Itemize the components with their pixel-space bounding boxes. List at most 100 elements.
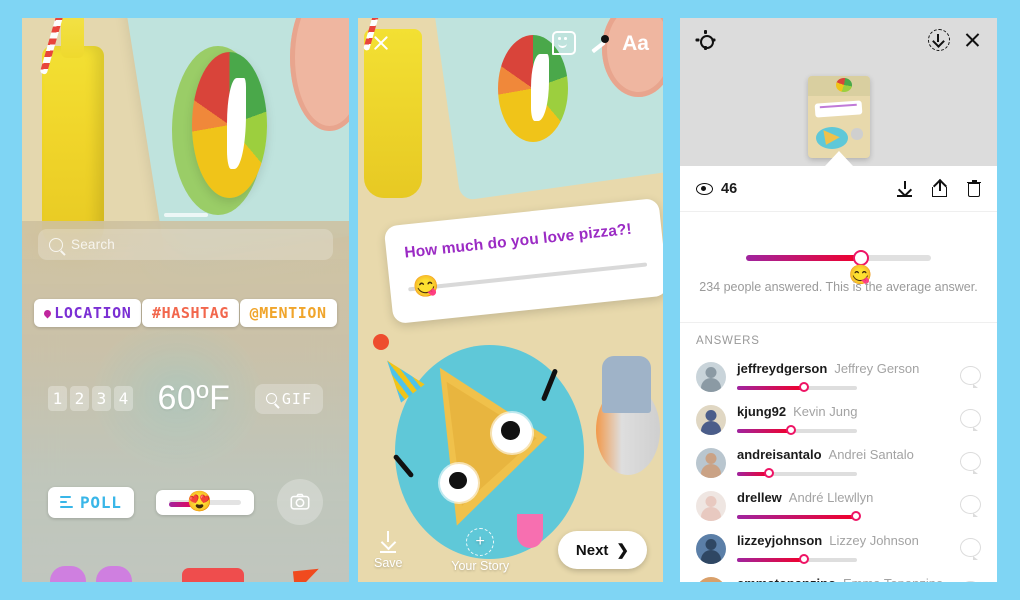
slider-fill bbox=[737, 515, 856, 519]
time-sticker[interactable]: 1 2 3 4 bbox=[48, 386, 133, 412]
sticker-chip-hashtag[interactable]: #HASHTAG bbox=[141, 299, 239, 328]
answer-row[interactable]: kjung92 Kevin Jung bbox=[680, 397, 997, 440]
your-story-button[interactable]: + Your Story bbox=[451, 527, 509, 573]
story-editor-screen: Aa How much do you love pizza?! 😋 Save +… bbox=[358, 18, 663, 582]
location-pin-icon bbox=[42, 308, 53, 319]
trash-icon[interactable] bbox=[967, 180, 981, 197]
avatar[interactable] bbox=[696, 491, 726, 521]
comment-bubble-icon[interactable] bbox=[960, 452, 981, 474]
temperature-sticker[interactable]: 60ºF bbox=[157, 379, 230, 418]
peek-sticker bbox=[292, 568, 322, 582]
thumb-poll-text bbox=[819, 103, 858, 109]
comment-bubble-icon[interactable] bbox=[960, 495, 981, 517]
avatar[interactable] bbox=[696, 362, 726, 392]
poll-slider[interactable]: 😋 bbox=[407, 253, 648, 300]
slider-fill bbox=[746, 255, 861, 261]
gif-sticker-label: GIF bbox=[281, 389, 312, 408]
download-circle-icon[interactable] bbox=[928, 29, 950, 51]
answer-names: kjung92 Kevin Jung bbox=[737, 404, 949, 419]
sticker-chip-location[interactable]: LOCATION bbox=[34, 299, 142, 328]
time-digit: 2 bbox=[70, 386, 89, 412]
answer-body: kjung92 Kevin Jung bbox=[737, 404, 949, 436]
comment-bubble-icon[interactable] bbox=[960, 409, 981, 431]
comment-bubble-icon[interactable] bbox=[960, 538, 981, 560]
download-icon[interactable] bbox=[897, 180, 913, 197]
answer-slider bbox=[737, 510, 861, 522]
gif-sticker[interactable]: GIF bbox=[254, 383, 323, 414]
emoji-slider-sticker[interactable]: 😍 bbox=[156, 489, 255, 515]
close-icon[interactable] bbox=[964, 32, 981, 49]
draw-pen-icon[interactable] bbox=[589, 33, 610, 53]
answer-body: drellew André Llewllyn bbox=[737, 490, 949, 522]
sticker-chip-mention[interactable]: @MENTION bbox=[239, 299, 337, 328]
photo-beach-ball bbox=[192, 51, 268, 199]
answer-fullname: Jeffrey Gerson bbox=[834, 361, 920, 376]
answer-names: jeffreydgerson Jeffrey Gerson bbox=[737, 361, 949, 376]
close-icon[interactable] bbox=[372, 34, 390, 52]
slider-knob bbox=[786, 424, 796, 435]
answer-username: jeffreydgerson bbox=[737, 361, 828, 376]
avatar[interactable] bbox=[696, 405, 726, 435]
sticker-icon[interactable] bbox=[552, 31, 577, 55]
share-icon[interactable] bbox=[932, 178, 948, 197]
emoji-slider-thumb[interactable]: 😋 bbox=[412, 274, 440, 300]
slider-fill bbox=[737, 429, 791, 433]
sticker-tray-screen: Search LOCATION #HASHTAG @MENTION 1 2 3 … bbox=[22, 18, 349, 582]
insights-top-actions bbox=[928, 29, 981, 51]
poll-sticker[interactable]: POLL bbox=[48, 486, 134, 518]
poll-question: How much do you love pizza?! bbox=[403, 220, 633, 262]
answer-row[interactable]: lizzeyjohnson Lizzey Johnson bbox=[680, 526, 997, 569]
next-button[interactable]: Next ❯ bbox=[557, 531, 647, 569]
heart-eyes-emoji-icon: 😍 bbox=[187, 490, 213, 513]
editor-tools: Aa bbox=[552, 31, 649, 55]
time-digit: 4 bbox=[114, 386, 133, 412]
average-answer-block: 😋 234 people answered. This is the avera… bbox=[680, 212, 997, 323]
doodle-viking-helmet bbox=[602, 356, 651, 413]
screenshot-stage: Search LOCATION #HASHTAG @MENTION 1 2 3 … bbox=[0, 0, 1020, 600]
slider-knob bbox=[799, 381, 810, 392]
editor-top-bar: Aa bbox=[358, 18, 663, 68]
answer-row[interactable]: emmatopanzino Emma Topanzino bbox=[680, 569, 997, 582]
camera-sticker[interactable] bbox=[276, 479, 323, 526]
next-label: Next bbox=[575, 541, 609, 559]
answers-list[interactable]: jeffreydgerson Jeffrey Gerson kjung92 Kevin… bbox=[680, 354, 997, 582]
answer-body: lizzeyjohnson Lizzey Johnson bbox=[737, 533, 949, 565]
peek-sticker bbox=[182, 568, 244, 582]
avatar[interactable] bbox=[696, 534, 726, 564]
sticker-chip-row: LOCATION #HASHTAG @MENTION bbox=[22, 299, 349, 328]
avatar[interactable] bbox=[696, 448, 726, 478]
plus-circle-icon: + bbox=[466, 527, 495, 556]
answer-names: emmatopanzino Emma Topanzino bbox=[737, 576, 949, 582]
answer-fullname: Lizzey Johnson bbox=[829, 533, 919, 548]
answer-fullname: Kevin Jung bbox=[793, 404, 858, 419]
download-icon bbox=[380, 530, 396, 547]
answers-section-header: ANSWERS bbox=[680, 323, 997, 353]
answer-fullname: Emma Topanzino bbox=[843, 576, 943, 582]
text-tool-button[interactable]: Aa bbox=[622, 33, 649, 54]
answer-username: kjung92 bbox=[737, 404, 787, 419]
answer-row[interactable]: jeffreydgerson Jeffrey Gerson bbox=[680, 354, 997, 397]
comment-bubble-icon[interactable] bbox=[960, 581, 981, 582]
slider-knob bbox=[852, 250, 869, 266]
answer-names: andreisantalo Andrei Santalo bbox=[737, 447, 949, 462]
comment-bubble-icon[interactable] bbox=[960, 366, 981, 388]
gear-icon[interactable] bbox=[695, 30, 715, 50]
avatar[interactable] bbox=[696, 577, 726, 582]
answer-row[interactable]: drellew André Llewllyn bbox=[680, 483, 997, 526]
story-thumbnail[interactable] bbox=[807, 76, 870, 158]
sticker-chip-hashtag-label: #HASHTAG bbox=[151, 304, 229, 323]
slider-knob bbox=[764, 467, 775, 478]
search-input[interactable]: Search bbox=[38, 229, 333, 261]
answer-username: lizzeyjohnson bbox=[737, 533, 823, 548]
download-underline bbox=[380, 550, 397, 553]
save-button[interactable]: Save bbox=[374, 530, 403, 570]
doodle-eye bbox=[492, 412, 533, 453]
doodle-eye bbox=[440, 463, 479, 502]
slider-fill bbox=[737, 386, 805, 390]
answer-row[interactable]: andreisantalo Andrei Santalo bbox=[680, 440, 997, 483]
answer-username: drellew bbox=[737, 490, 782, 505]
sheet-grabber[interactable] bbox=[163, 213, 208, 218]
poll-bars-icon bbox=[60, 496, 73, 509]
sticker-row-two: 1 2 3 4 60ºF GIF bbox=[22, 379, 349, 418]
view-count-value: 46 bbox=[721, 180, 738, 197]
